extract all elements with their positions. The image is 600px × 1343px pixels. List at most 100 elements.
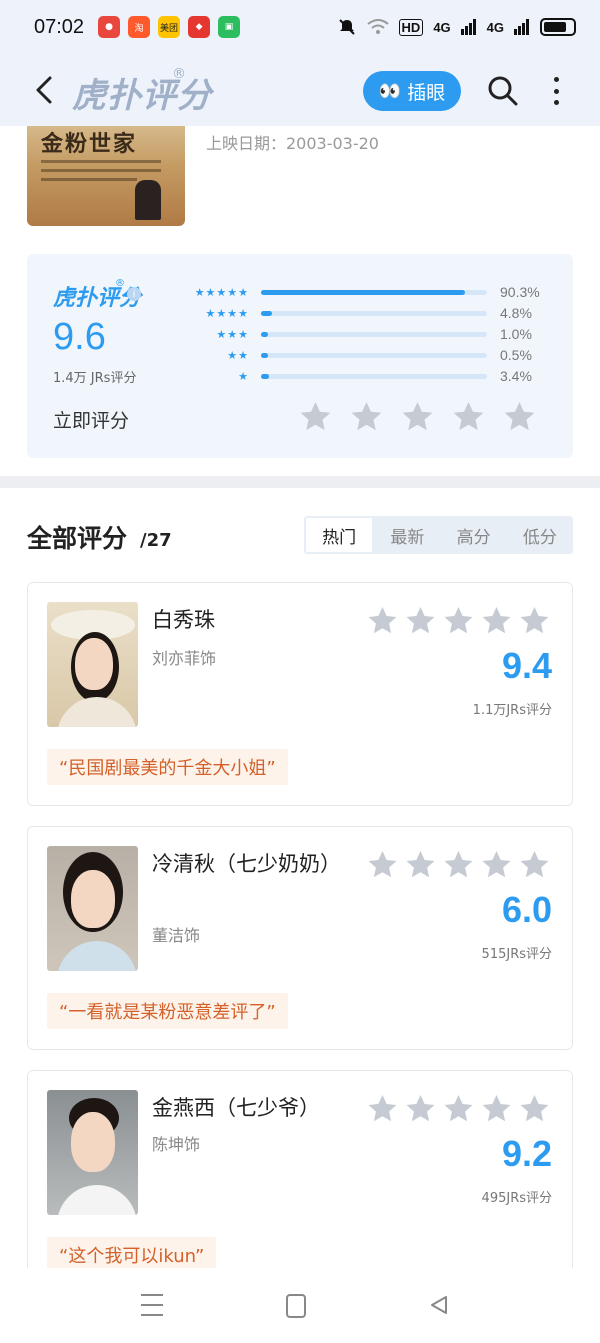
more-menu-icon[interactable] [548,74,564,108]
rating-summary-card: 虎扑评分 ® i 9.6 1.4万 JRs评分 立即评分 ★★★★★ 90.3%… [27,254,573,458]
rating-count: 1.4万 JRs评分 [53,371,137,386]
character-top-comment[interactable]: “民国剧最美的千金大小姐” [47,749,288,785]
distribution-row: ★★★★ 4.8% [177,303,557,324]
star-icon[interactable] [299,400,332,433]
eyes-icon: 👀 [378,80,402,102]
home-icon[interactable] [286,1294,306,1318]
hd-label: HD [398,18,424,36]
star-icon[interactable] [452,400,485,433]
character-name: 白秀珠 [152,608,215,632]
app-header: 虎扑评分 ® 👀 插眼 [0,54,600,126]
distribution-fill [261,290,466,295]
system-nav-bar [0,1268,600,1343]
character-name: 金燕西（七少爷） [152,1096,320,1120]
star-icon[interactable] [405,605,436,636]
distribution-fill [261,374,269,379]
character-photo [47,1090,138,1215]
star-icon[interactable] [350,400,383,433]
character-card[interactable]: 白秀珠 刘亦菲饰 9.4 1.1万JRs评分 “民国剧最美的千金大小姐” [27,582,573,806]
star-icon[interactable] [367,1093,398,1124]
info-icon[interactable]: i [127,287,141,301]
distribution-percent: 1.0% [500,326,532,342]
rate-stars [299,400,536,433]
poster-figures [135,180,161,220]
logo-registered-mark: ® [172,66,186,82]
character-rate-stars [367,849,550,880]
meituan-icon: 美团 [158,16,181,38]
distribution-fill [261,332,268,337]
character-card[interactable]: 冷清秋（七少奶奶） 董洁饰 6.0 515JRs评分 “一看就是某粉恶意差评了” [27,826,573,1050]
app-red-icon: ● [98,16,121,38]
star-icon[interactable] [401,400,434,433]
star-icon[interactable] [481,1093,512,1124]
search-icon[interactable] [486,74,520,108]
sort-tabs: 热门 最新 高分 低分 [304,516,573,554]
app-logo: 虎扑评分 [72,76,212,116]
distribution-track [261,353,487,358]
peek-label: 插眼 [407,81,446,104]
peek-button[interactable]: 👀 插眼 [363,71,461,111]
taobao-icon: 淘 [128,16,151,38]
all-ratings-count: /27 [140,530,172,551]
character-photo [47,846,138,971]
distribution-percent: 0.5% [500,347,532,363]
character-top-comment[interactable]: “一看就是某粉恶意差评了” [47,993,288,1029]
character-card[interactable]: 金燕西（七少爷） 陈坤饰 9.2 495JRs评分 “这个我可以ikun” [27,1070,573,1273]
status-indicators: HD 4G 4G [337,17,576,37]
show-poster[interactable]: 金粉世家 [27,126,185,226]
star-icon[interactable] [481,605,512,636]
character-score: 9.2 [501,1133,552,1174]
star-icon[interactable] [481,849,512,880]
nav-back-icon[interactable] [428,1294,450,1316]
status-app-icons: ● 淘 美团 ◆ ▣ [98,16,241,38]
signal-bars-icon [460,19,476,35]
overall-score: 9.6 [53,316,106,358]
signal-bars-icon [514,19,529,35]
character-rate-stars [367,605,550,636]
section-divider [0,476,600,488]
release-date: 上映日期：2003-03-20 [206,134,379,153]
distribution-fill [261,311,272,316]
distribution-track [261,290,487,295]
pinduoduo-icon: ◆ [188,16,211,38]
star-icon[interactable] [405,1093,436,1124]
recent-apps-icon[interactable] [141,1294,163,1316]
status-time: 07:02 [34,15,85,38]
tab-latest[interactable]: 最新 [374,516,440,554]
poster-title: 金粉世家 [41,131,138,157]
tab-low[interactable]: 低分 [507,516,573,554]
character-actor: 董洁饰 [152,926,201,945]
tab-hot[interactable]: 热门 [306,518,373,552]
star-icon[interactable] [443,605,474,636]
star-icon[interactable] [503,400,536,433]
rating-distribution: ★★★★★ 90.3% ★★★★ 4.8% ★★★ 1.0% ★★ 0.5% ★… [177,282,557,387]
app-green-icon: ▣ [218,16,241,38]
signal-2-icon: 4G [486,19,504,35]
distribution-row: ★★★ 1.0% [177,324,557,345]
star-icon[interactable] [443,849,474,880]
star-icon[interactable] [443,1093,474,1124]
character-votes: 495JRs评分 [481,1191,552,1206]
star-icon[interactable] [367,849,398,880]
all-ratings-title: 全部评分 [27,524,128,553]
character-rate-stars [367,1093,550,1124]
character-votes: 515JRs评分 [481,947,552,962]
star-icon[interactable] [519,605,550,636]
back-arrow-icon[interactable] [30,74,60,106]
character-score: 9.4 [501,645,552,686]
star-icon[interactable] [405,849,436,880]
character-actor: 陈坤饰 [152,1135,201,1154]
star-icon[interactable] [519,1093,550,1124]
character-votes: 1.1万JRs评分 [472,703,552,718]
battery-icon [540,18,576,36]
rating-logo-mark: ® [115,278,125,289]
star-icon[interactable] [519,849,550,880]
rate-now-label: 立即评分 [53,410,130,432]
distribution-percent: 3.4% [500,368,532,384]
distribution-track [261,311,487,316]
tab-high[interactable]: 高分 [441,516,507,554]
star-icon[interactable] [367,605,398,636]
status-bar: 07:02 ● 淘 美团 ◆ ▣ HD 4G 4G [0,0,600,54]
distribution-percent: 90.3% [500,284,540,300]
distribution-row: ★ 3.4% [177,366,557,387]
